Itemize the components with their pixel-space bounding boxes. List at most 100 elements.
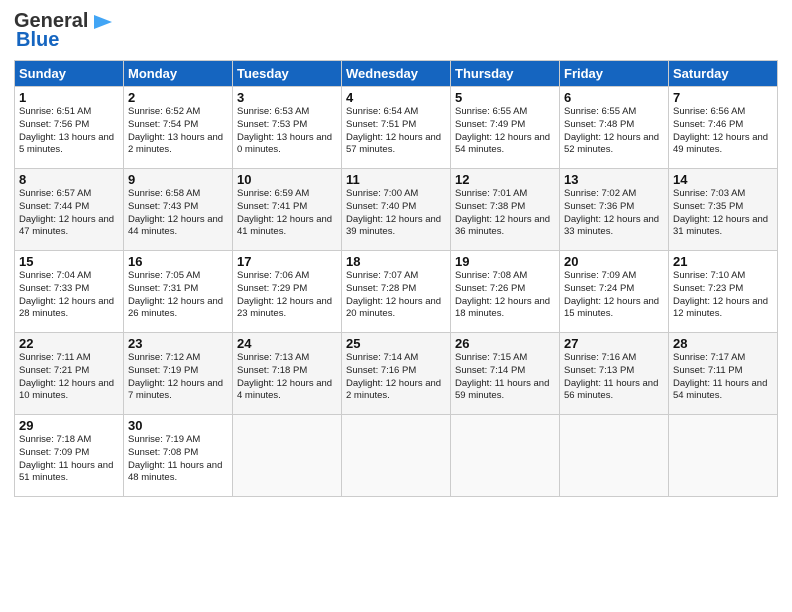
calendar-cell: 19Sunrise: 7:08 AMSunset: 7:26 PMDayligh… [451,251,560,333]
calendar-cell: 17Sunrise: 7:06 AMSunset: 7:29 PMDayligh… [233,251,342,333]
calendar-cell: 1Sunrise: 6:51 AMSunset: 7:56 PMDaylight… [15,87,124,169]
day-number: 21 [673,254,773,269]
day-number: 24 [237,336,337,351]
weekday-header-tuesday: Tuesday [233,61,342,87]
day-number: 22 [19,336,119,351]
day-detail: Sunrise: 7:05 AMSunset: 7:31 PMDaylight:… [128,270,228,321]
day-detail: Sunrise: 7:17 AMSunset: 7:11 PMDaylight:… [673,352,773,403]
day-number: 23 [128,336,228,351]
weekday-header-sunday: Sunday [15,61,124,87]
calendar-table: SundayMondayTuesdayWednesdayThursdayFrid… [14,60,778,497]
calendar-cell: 30Sunrise: 7:19 AMSunset: 7:08 PMDayligh… [124,415,233,497]
day-detail: Sunrise: 6:57 AMSunset: 7:44 PMDaylight:… [19,188,119,239]
day-detail: Sunrise: 7:16 AMSunset: 7:13 PMDaylight:… [564,352,664,403]
day-detail: Sunrise: 6:51 AMSunset: 7:56 PMDaylight:… [19,106,119,157]
weekday-header-friday: Friday [560,61,669,87]
calendar-cell: 24Sunrise: 7:13 AMSunset: 7:18 PMDayligh… [233,333,342,415]
calendar-cell: 2Sunrise: 6:52 AMSunset: 7:54 PMDaylight… [124,87,233,169]
day-number: 29 [19,418,119,433]
day-number: 15 [19,254,119,269]
calendar-cell: 13Sunrise: 7:02 AMSunset: 7:36 PMDayligh… [560,169,669,251]
calendar-cell: 29Sunrise: 7:18 AMSunset: 7:09 PMDayligh… [15,415,124,497]
day-number: 18 [346,254,446,269]
day-number: 10 [237,172,337,187]
calendar-header: SundayMondayTuesdayWednesdayThursdayFrid… [15,61,778,87]
day-number: 25 [346,336,446,351]
day-number: 12 [455,172,555,187]
day-number: 4 [346,90,446,105]
day-number: 7 [673,90,773,105]
calendar-cell: 3Sunrise: 6:53 AMSunset: 7:53 PMDaylight… [233,87,342,169]
day-number: 27 [564,336,664,351]
day-number: 14 [673,172,773,187]
day-detail: Sunrise: 6:55 AMSunset: 7:48 PMDaylight:… [564,106,664,157]
day-number: 1 [19,90,119,105]
calendar-cell: 7Sunrise: 6:56 AMSunset: 7:46 PMDaylight… [669,87,778,169]
day-number: 6 [564,90,664,105]
day-detail: Sunrise: 7:18 AMSunset: 7:09 PMDaylight:… [19,434,119,485]
day-number: 16 [128,254,228,269]
calendar-cell: 16Sunrise: 7:05 AMSunset: 7:31 PMDayligh… [124,251,233,333]
day-detail: Sunrise: 7:10 AMSunset: 7:23 PMDaylight:… [673,270,773,321]
day-detail: Sunrise: 7:12 AMSunset: 7:19 PMDaylight:… [128,352,228,403]
day-number: 11 [346,172,446,187]
calendar-cell: 10Sunrise: 6:59 AMSunset: 7:41 PMDayligh… [233,169,342,251]
day-number: 19 [455,254,555,269]
day-detail: Sunrise: 7:11 AMSunset: 7:21 PMDaylight:… [19,352,119,403]
day-detail: Sunrise: 7:04 AMSunset: 7:33 PMDaylight:… [19,270,119,321]
calendar-week-3: 15Sunrise: 7:04 AMSunset: 7:33 PMDayligh… [15,251,778,333]
calendar-cell [560,415,669,497]
calendar-cell: 20Sunrise: 7:09 AMSunset: 7:24 PMDayligh… [560,251,669,333]
day-detail: Sunrise: 6:58 AMSunset: 7:43 PMDaylight:… [128,188,228,239]
calendar-week-4: 22Sunrise: 7:11 AMSunset: 7:21 PMDayligh… [15,333,778,415]
day-number: 26 [455,336,555,351]
calendar-cell: 22Sunrise: 7:11 AMSunset: 7:21 PMDayligh… [15,333,124,415]
day-detail: Sunrise: 7:15 AMSunset: 7:14 PMDaylight:… [455,352,555,403]
calendar-cell [342,415,451,497]
calendar-body: 1Sunrise: 6:51 AMSunset: 7:56 PMDaylight… [15,87,778,497]
calendar-cell: 11Sunrise: 7:00 AMSunset: 7:40 PMDayligh… [342,169,451,251]
calendar-cell: 26Sunrise: 7:15 AMSunset: 7:14 PMDayligh… [451,333,560,415]
weekday-header-row: SundayMondayTuesdayWednesdayThursdayFrid… [15,61,778,87]
day-number: 3 [237,90,337,105]
day-detail: Sunrise: 7:00 AMSunset: 7:40 PMDaylight:… [346,188,446,239]
day-detail: Sunrise: 7:03 AMSunset: 7:35 PMDaylight:… [673,188,773,239]
day-number: 17 [237,254,337,269]
day-detail: Sunrise: 7:01 AMSunset: 7:38 PMDaylight:… [455,188,555,239]
day-detail: Sunrise: 6:54 AMSunset: 7:51 PMDaylight:… [346,106,446,157]
weekday-header-monday: Monday [124,61,233,87]
logo: General Blue [14,10,114,52]
day-detail: Sunrise: 6:52 AMSunset: 7:54 PMDaylight:… [128,106,228,157]
day-number: 8 [19,172,119,187]
calendar-cell: 4Sunrise: 6:54 AMSunset: 7:51 PMDaylight… [342,87,451,169]
logo-blue: Blue [16,29,59,52]
calendar-cell [669,415,778,497]
day-number: 9 [128,172,228,187]
page-container: General Blue SundayMondayTuesdayWednesda… [0,0,792,505]
calendar-cell: 25Sunrise: 7:14 AMSunset: 7:16 PMDayligh… [342,333,451,415]
day-detail: Sunrise: 7:14 AMSunset: 7:16 PMDaylight:… [346,352,446,403]
day-number: 5 [455,90,555,105]
calendar-cell: 28Sunrise: 7:17 AMSunset: 7:11 PMDayligh… [669,333,778,415]
day-detail: Sunrise: 7:08 AMSunset: 7:26 PMDaylight:… [455,270,555,321]
day-detail: Sunrise: 7:06 AMSunset: 7:29 PMDaylight:… [237,270,337,321]
calendar-cell: 8Sunrise: 6:57 AMSunset: 7:44 PMDaylight… [15,169,124,251]
calendar-cell: 5Sunrise: 6:55 AMSunset: 7:49 PMDaylight… [451,87,560,169]
weekday-header-saturday: Saturday [669,61,778,87]
day-number: 20 [564,254,664,269]
weekday-header-thursday: Thursday [451,61,560,87]
calendar-cell: 21Sunrise: 7:10 AMSunset: 7:23 PMDayligh… [669,251,778,333]
day-number: 13 [564,172,664,187]
day-detail: Sunrise: 6:55 AMSunset: 7:49 PMDaylight:… [455,106,555,157]
calendar-cell: 18Sunrise: 7:07 AMSunset: 7:28 PMDayligh… [342,251,451,333]
day-detail: Sunrise: 7:09 AMSunset: 7:24 PMDaylight:… [564,270,664,321]
header: General Blue [14,10,778,52]
day-number: 28 [673,336,773,351]
calendar-cell [451,415,560,497]
day-detail: Sunrise: 6:56 AMSunset: 7:46 PMDaylight:… [673,106,773,157]
day-detail: Sunrise: 7:19 AMSunset: 7:08 PMDaylight:… [128,434,228,485]
calendar-cell: 27Sunrise: 7:16 AMSunset: 7:13 PMDayligh… [560,333,669,415]
day-detail: Sunrise: 6:59 AMSunset: 7:41 PMDaylight:… [237,188,337,239]
calendar-cell: 15Sunrise: 7:04 AMSunset: 7:33 PMDayligh… [15,251,124,333]
calendar-week-2: 8Sunrise: 6:57 AMSunset: 7:44 PMDaylight… [15,169,778,251]
